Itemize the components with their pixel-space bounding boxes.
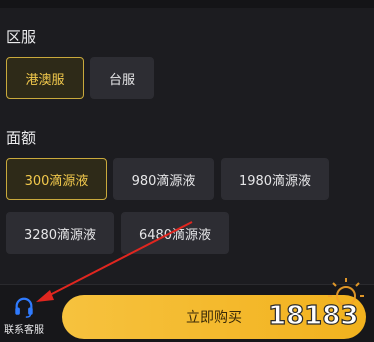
denomination-option-1980[interactable]: 1980滴源液 bbox=[221, 158, 329, 200]
top-strip bbox=[0, 0, 374, 8]
region-title: 区服 bbox=[6, 28, 37, 46]
denomination-option-980[interactable]: 980滴源液 bbox=[113, 158, 214, 200]
contact-support-label: 联系客服 bbox=[4, 325, 44, 336]
denomination-title: 面额 bbox=[6, 129, 37, 147]
region-option-taiwan[interactable]: 台服 bbox=[90, 57, 154, 99]
headset-icon bbox=[15, 297, 33, 318]
denomination-option-3280[interactable]: 3280滴源液 bbox=[6, 212, 114, 254]
contact-support-button[interactable]: 联系客服 bbox=[0, 294, 48, 338]
denomination-option-6480[interactable]: 6480滴源液 bbox=[121, 212, 229, 254]
svg-text:18183: 18183 bbox=[268, 301, 358, 331]
region-option-hk-macau[interactable]: 港澳服 bbox=[6, 57, 84, 99]
denomination-option-300[interactable]: 300滴源液 bbox=[6, 158, 107, 200]
watermark-logo: 18183 bbox=[267, 278, 364, 332]
